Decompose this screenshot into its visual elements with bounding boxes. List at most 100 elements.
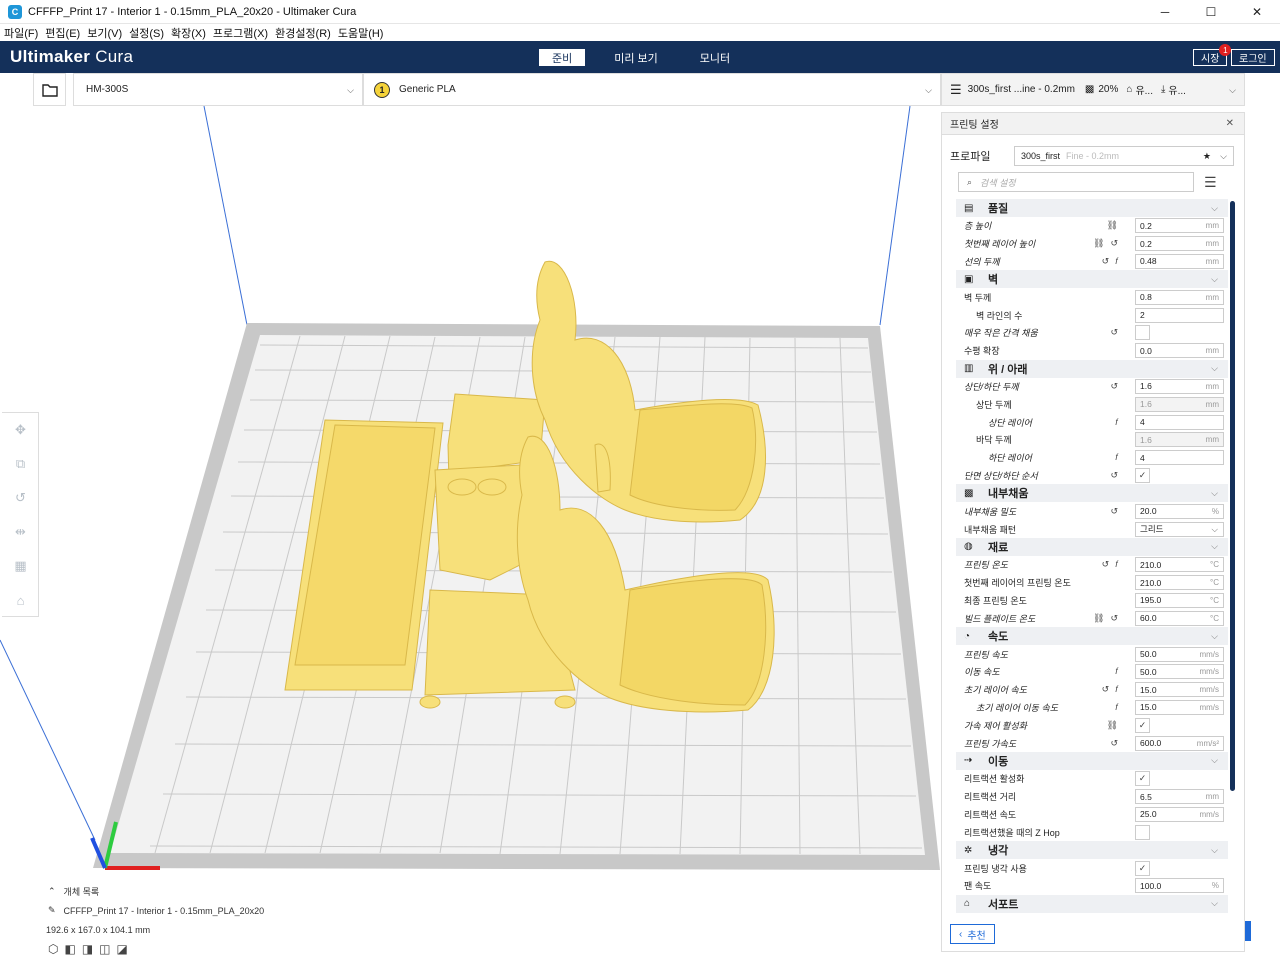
category-header[interactable]: ⌂ 서포트 ⌵ [956,894,1228,913]
category-header[interactable]: ◍ 재료 ⌵ [956,537,1228,556]
menu-edit[interactable]: 편집(E) [45,25,80,41]
view-right-icon[interactable]: ◪ [117,942,128,956]
menu-settings[interactable]: 설정(S) [129,25,164,41]
setting-input[interactable]: 15.0 mm/s [1135,682,1224,698]
setting-input[interactable]: 195.0 °C [1135,592,1224,608]
setting-input[interactable]: 15.0 mm/s [1135,699,1224,715]
setting-input[interactable]: 2 [1135,307,1224,323]
link-icon[interactable]: ⛓ [1107,220,1118,231]
function-icon[interactable]: 𝑓 [1115,417,1118,428]
reset-icon[interactable]: ↺ [1110,470,1118,481]
setting-input[interactable]: 4 [1135,414,1224,430]
recommended-mode-button[interactable]: ‹ 추천 [950,924,995,944]
tab-prepare[interactable]: 준비 [539,49,586,66]
category-header[interactable]: ⇢ 이동 ⌵ [956,751,1228,770]
setting-input[interactable]: 100.0% [1135,878,1224,894]
function-icon[interactable]: 𝑓 [1115,684,1118,695]
tab-preview[interactable]: 미리 보기 [601,49,671,66]
profile-select[interactable]: 300s_first Fine - 0.2mm ★ ⌵ [1014,146,1234,166]
link-icon[interactable]: ⛓ [1093,238,1104,249]
setting-input[interactable]: 4 [1135,450,1224,466]
function-icon[interactable]: 𝑓 [1115,559,1118,570]
setting-input[interactable]: 0.8 mm [1135,289,1224,305]
category-header[interactable]: ▤ 품질 ⌵ [956,199,1228,217]
setting-dropdown[interactable]: 그리드 ⌵ [1135,521,1224,537]
setting-input[interactable]: 1.6 mm [1135,396,1224,412]
setting-input[interactable]: 0.2 mm [1135,218,1224,234]
setting-input[interactable]: 210.0 °C [1135,557,1224,573]
menu-help[interactable]: 도움말(H) [338,25,384,41]
setting-checkbox[interactable]: ✓ [1135,860,1150,876]
function-icon[interactable]: 𝑓 [1115,256,1118,267]
support-blocker-icon[interactable]: ⌂ [2,583,39,617]
setting-input[interactable]: 20.0% [1135,503,1224,519]
maximize-button[interactable]: ☐ [1188,0,1234,24]
menu-file[interactable]: 파일(F) [4,25,38,41]
function-icon[interactable]: 𝑓 [1115,702,1118,713]
view-front-icon[interactable]: ◧ [64,942,75,956]
open-file-button[interactable] [33,73,66,106]
setting-input[interactable]: 1.6 mm [1135,432,1224,448]
category-header[interactable]: ✲ 냉각 ⌵ [956,841,1228,860]
reset-icon[interactable]: ↺ [1102,559,1110,570]
reset-icon[interactable]: ↺ [1110,327,1118,338]
material-selector[interactable]: 1 Generic PLA ⌵ [363,73,941,106]
close-icon[interactable]: ✕ [1226,118,1234,129]
category-header[interactable]: ▥ 위 / 아래 ⌵ [956,359,1228,378]
settings-visibility-menu-icon[interactable]: ☰ [1204,174,1217,191]
menu-extensions[interactable]: 확장(X) [171,25,206,41]
scale-tool-icon[interactable]: ⧉ [2,447,39,481]
reset-icon[interactable]: ↺ [1110,506,1118,517]
setting-input[interactable]: 6.5 mm [1135,789,1224,805]
rotate-tool-icon[interactable]: ↺ [2,481,39,515]
setting-input[interactable]: 25.0 mm/s [1135,806,1224,822]
reset-icon[interactable]: ↺ [1102,256,1110,267]
category-header[interactable]: ▩ 내부채움 ⌵ [956,484,1228,503]
setting-input[interactable]: 1.6 mm [1135,378,1224,394]
menu-view[interactable]: 보기(V) [87,25,122,41]
move-tool-icon[interactable]: ✥ [2,413,39,447]
minimize-button[interactable]: ─ [1142,0,1188,24]
setting-input[interactable]: 0.48 mm [1135,253,1224,269]
menu-program[interactable]: 프로그램(X) [213,25,268,41]
link-icon[interactable]: ⛓ [1107,720,1118,731]
category-header[interactable]: ▣ 벽 ⌵ [956,270,1228,289]
menu-preferences[interactable]: 환경설정(R) [275,25,331,41]
setting-checkbox[interactable]: ✓ [1135,717,1150,733]
reset-icon[interactable]: ↺ [1110,738,1118,749]
setting-input[interactable]: 0.0 mm [1135,343,1224,359]
reset-icon[interactable]: ↺ [1110,613,1118,624]
setting-checkbox[interactable] [1135,824,1150,840]
tab-monitor[interactable]: 모니터 [687,49,743,66]
category-header[interactable]: ◔ 속도 ⌵ [956,627,1228,646]
reset-icon[interactable]: ↺ [1102,684,1110,695]
setting-input[interactable]: 0.2 mm [1135,236,1224,252]
3d-viewport[interactable] [0,106,940,965]
link-icon[interactable]: ⛓ [1093,613,1104,624]
setting-checkbox[interactable] [1135,325,1150,341]
setting-checkbox[interactable]: ✓ [1135,771,1150,787]
setting-input[interactable]: 210.0 °C [1135,575,1224,591]
view-3d-icon[interactable]: ⬡ [48,942,58,956]
setting-input[interactable]: 600.0 mm/s² [1135,735,1224,751]
object-list-toggle[interactable]: ⌃ 개체 목록 [44,882,264,901]
print-settings-summary[interactable]: ☰ 300s_first ...ine - 0.2mm ▩ 20% ⌂ 유...… [941,73,1245,106]
function-icon[interactable]: 𝑓 [1115,666,1118,677]
login-button[interactable]: 로그인 [1231,49,1275,66]
reset-icon[interactable]: ↺ [1110,381,1118,392]
reset-icon[interactable]: ↺ [1110,238,1118,249]
setting-input[interactable]: 60.0 °C [1135,610,1224,626]
close-button[interactable]: ✕ [1234,0,1280,24]
marketplace-button[interactable]: 시장 1 [1193,44,1232,66]
view-top-icon[interactable]: ◨ [82,942,93,956]
per-model-settings-icon[interactable]: ▦ [2,549,39,583]
setting-checkbox[interactable]: ✓ [1135,467,1150,483]
printer-selector[interactable]: HM-300S ⌵ [73,73,363,106]
view-left-icon[interactable]: ◫ [99,942,110,956]
pencil-icon[interactable]: ✎ [48,905,56,916]
settings-scrollbar[interactable] [1230,201,1235,791]
setting-input[interactable]: 50.0 mm/s [1135,646,1224,662]
slice-button[interactable] [1245,921,1251,941]
setting-input[interactable]: 50.0 mm/s [1135,664,1224,680]
settings-search-input[interactable]: ⌕ 검색 설정 [958,172,1194,192]
